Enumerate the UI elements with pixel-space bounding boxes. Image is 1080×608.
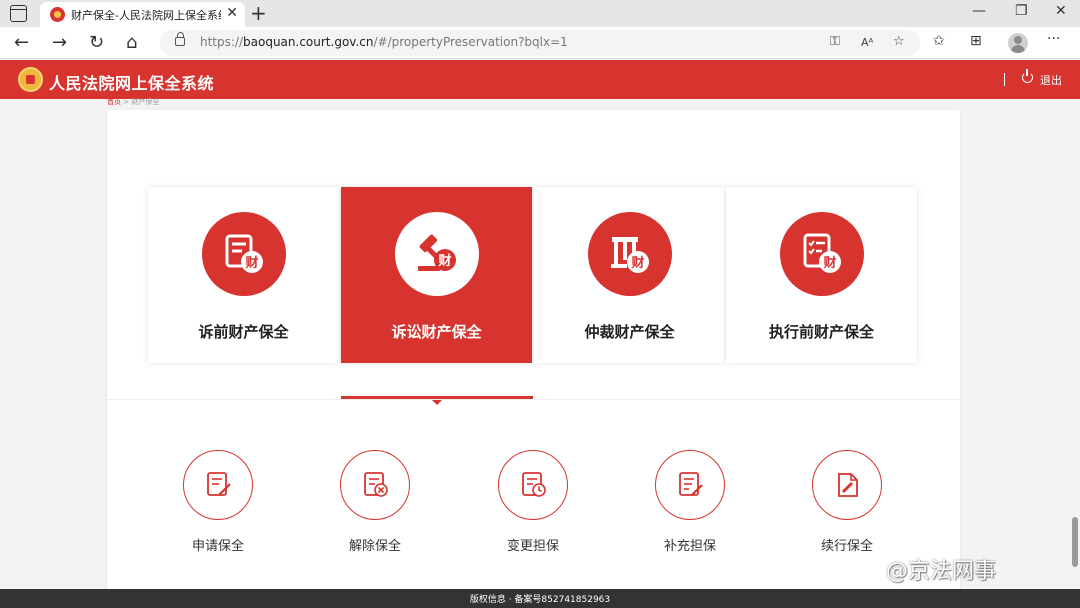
url-text: https://baoquan.court.gov.cn/#/propertyP… — [200, 35, 568, 49]
action-label: 解除保全 — [348, 539, 401, 554]
checklist-property-icon: 财 — [780, 212, 864, 296]
action-supplement-guarantee[interactable]: 补充担保 — [635, 450, 745, 555]
category-label: 仲裁财产保全 — [584, 323, 675, 341]
category-label: 诉讼财产保全 — [391, 323, 482, 341]
breadcrumb-separator: > — [123, 98, 130, 106]
arbitration-property-icon: 财 — [588, 212, 672, 296]
category-card-pre-execution[interactable]: 财 执行前财产保全 — [726, 187, 917, 363]
collections-icon[interactable]: ⊞ — [970, 33, 982, 49]
main-panel: 财 诉前财产保全 财 诉讼财产保全 财 仲裁财产保全 财 执行前财产保全 申请保… — [107, 110, 960, 592]
password-key-icon[interactable]: ⚿ — [830, 34, 840, 49]
category-card-litigation[interactable]: 财 诉讼财产保全 — [341, 187, 532, 363]
more-menu-icon[interactable]: ··· — [1047, 31, 1060, 47]
apply-edit-icon — [183, 450, 253, 520]
action-label: 申请保全 — [191, 539, 244, 554]
category-label: 执行前财产保全 — [768, 323, 874, 341]
action-change-guarantee[interactable]: 变更担保 — [478, 450, 588, 555]
court-emblem-icon — [18, 67, 43, 92]
property-glyph: 财 — [823, 255, 836, 271]
property-glyph: 财 — [245, 255, 258, 271]
minimize-button[interactable]: — — [972, 3, 986, 19]
power-icon[interactable] — [1022, 69, 1033, 83]
browser-tab-strip: 财产保全-人民法院网上保全系统 ✕ + — ❐ ✕ — [0, 0, 1080, 27]
action-label: 变更担保 — [506, 539, 559, 554]
forward-button[interactable]: → — [52, 32, 67, 53]
document-property-icon: 财 — [202, 212, 286, 296]
window-close-button[interactable]: ✕ — [1055, 3, 1067, 19]
breadcrumb-home-link[interactable]: 首页 — [107, 98, 121, 106]
site-title: 人民法院网上保全系统 — [49, 74, 215, 93]
tab-actions-icon[interactable] — [10, 5, 27, 22]
add-favorite-icon[interactable]: ☆ — [893, 34, 905, 49]
watermark-text: @京法网事 — [886, 559, 997, 584]
restore-button[interactable]: ❐ — [1015, 3, 1028, 19]
breadcrumb: 首页 > 财产保全 — [107, 97, 159, 107]
read-aloud-icon[interactable]: Aᴬ — [861, 36, 873, 49]
page-scrollbar[interactable] — [1070, 99, 1080, 589]
action-label: 补充担保 — [663, 539, 716, 554]
property-glyph: 财 — [631, 255, 644, 271]
release-icon — [340, 450, 410, 520]
action-renew-preservation[interactable]: 续行保全 — [792, 450, 902, 555]
renew-icon — [812, 450, 882, 520]
category-label: 诉前财产保全 — [198, 323, 289, 341]
back-button[interactable]: ← — [14, 32, 29, 53]
site-header: 人民法院网上保全系统 退出 — [0, 60, 1080, 99]
tab-close-icon[interactable]: ✕ — [226, 5, 238, 21]
browser-address-bar: ← → ↻ ⌂ https://baoquan.court.gov.cn/#/p… — [0, 27, 1080, 59]
court-favicon-icon — [50, 7, 65, 22]
tab-title: 财产保全-人民法院网上保全系统 — [71, 9, 221, 22]
supplement-guarantee-icon — [655, 450, 725, 520]
url-input[interactable]: https://baoquan.court.gov.cn/#/propertyP… — [160, 30, 920, 56]
action-apply-preservation[interactable]: 申请保全 — [163, 450, 273, 555]
profile-avatar-icon[interactable] — [1008, 33, 1028, 53]
footer-copyright: 版权信息 · 备案号852741852963 — [469, 595, 611, 605]
section-divider — [107, 399, 960, 400]
property-glyph: 财 — [438, 253, 451, 269]
header-divider — [1004, 73, 1005, 86]
logout-button[interactable]: 退出 — [1040, 72, 1062, 88]
action-release-preservation[interactable]: 解除保全 — [320, 450, 430, 555]
change-guarantee-icon — [498, 450, 568, 520]
category-card-pre-litigation[interactable]: 财 诉前财产保全 — [148, 187, 339, 363]
breadcrumb-current: 财产保全 — [131, 98, 160, 106]
favorites-icon[interactable]: ✩ — [933, 33, 945, 49]
browser-tab-active[interactable]: 财产保全-人民法院网上保全系统 ✕ — [40, 2, 245, 27]
gavel-property-icon: 财 — [395, 212, 479, 296]
lock-icon[interactable] — [175, 32, 185, 46]
category-card-arbitration[interactable]: 财 仲裁财产保全 — [534, 187, 725, 363]
home-button[interactable]: ⌂ — [126, 32, 137, 53]
scrollbar-thumb[interactable] — [1072, 517, 1078, 567]
action-label: 续行保全 — [820, 539, 873, 554]
site-footer: 版权信息 · 备案号852741852963 — [0, 589, 1080, 608]
refresh-button[interactable]: ↻ — [89, 32, 104, 53]
new-tab-button[interactable]: + — [250, 1, 267, 25]
